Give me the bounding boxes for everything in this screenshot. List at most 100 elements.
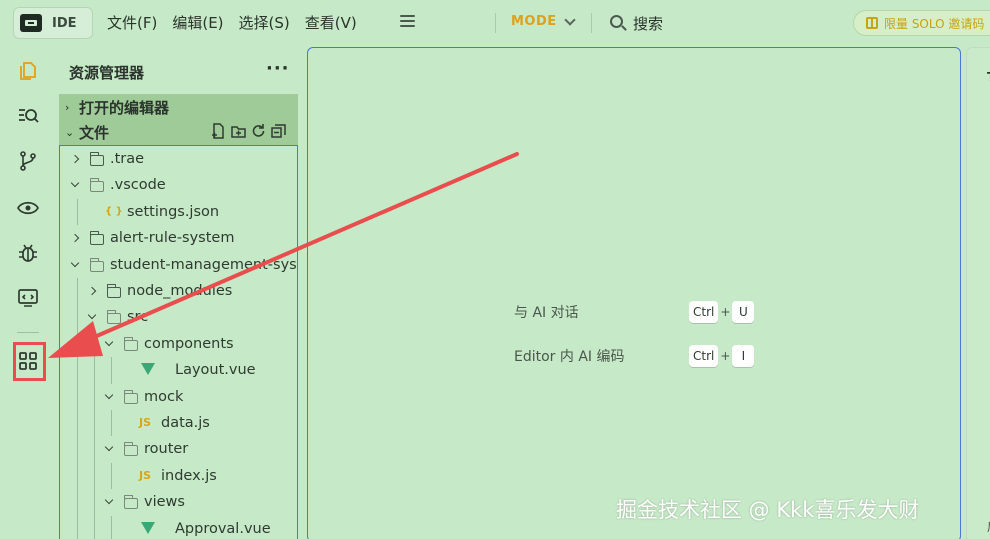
divider	[495, 13, 496, 33]
shortcut-label: 与 AI 对话	[514, 305, 579, 321]
folder-open-icon	[107, 310, 121, 325]
indent-guide	[111, 410, 112, 437]
shortcut-inline-ai: Editor 内 AI 编码 Ctrl + I	[514, 345, 755, 367]
folder-icon	[90, 231, 104, 246]
files-section[interactable]: ⌄ 文件	[59, 119, 298, 145]
chevron-right-icon[interactable]	[70, 232, 82, 244]
folder-icon	[107, 284, 121, 298]
new-file-icon[interactable]	[211, 123, 226, 139]
tree-folder-row[interactable]: .trae	[60, 146, 297, 172]
tree-file-row[interactable]: Layout.vue	[60, 357, 297, 383]
tree-item-label: components	[144, 335, 234, 352]
js-file-icon: JS	[139, 468, 152, 482]
trae-logo-icon	[20, 14, 42, 32]
tree-item-label: node_modules	[127, 283, 233, 299]
chevron-down-icon[interactable]	[70, 179, 82, 191]
indent-guide	[111, 515, 112, 539]
key-cap: Ctrl	[689, 345, 719, 367]
open-editors-section[interactable]: › 打开的编辑器	[59, 94, 298, 120]
tree-folder-row[interactable]: .vscode	[60, 172, 297, 198]
activity-bar	[0, 46, 56, 539]
tree-folder-row[interactable]: components	[60, 331, 297, 357]
ide-mode-button[interactable]: IDE	[13, 7, 93, 39]
key-cap: U	[732, 301, 755, 323]
key-cap: I	[732, 345, 755, 367]
chevron-right-icon[interactable]	[87, 285, 99, 297]
more-actions-icon[interactable]: ···	[266, 58, 290, 79]
chevron-down-icon[interactable]	[564, 14, 576, 26]
menu-edit[interactable]: 编辑(E)	[172, 12, 223, 33]
promo-text: 限量 SOLO 邀请码	[884, 16, 985, 31]
solo-invite-badge[interactable]: 限量 SOLO 邀请码	[853, 10, 990, 36]
editor-area[interactable]: 与 AI 对话 Ctrl + U Editor 内 AI 编码 Ctrl + I	[307, 47, 961, 539]
source-control-icon[interactable]	[14, 147, 42, 175]
tree-item-label: router	[144, 441, 189, 458]
folder-open-icon	[90, 178, 104, 193]
search-button[interactable]: 搜索	[633, 13, 663, 34]
folder-open-icon	[124, 336, 138, 351]
explorer-icon[interactable]	[14, 57, 42, 85]
tree-file-row[interactable]: JS index.js	[60, 463, 297, 489]
tree-item-label: src	[127, 309, 149, 326]
search-icon[interactable]	[610, 15, 623, 28]
tree-item-label: data.js	[161, 415, 210, 431]
remote-explorer-icon[interactable]	[14, 284, 42, 312]
indent-guide	[94, 330, 95, 539]
debug-bug-icon[interactable]	[14, 239, 42, 267]
tree-folder-row[interactable]: mock	[60, 384, 297, 410]
tree-item-label: Layout.vue	[175, 362, 256, 379]
chevron-right-icon: ›	[65, 100, 70, 114]
chevron-down-icon[interactable]	[87, 311, 99, 323]
mode-dropdown-label[interactable]: MODE	[511, 14, 557, 29]
collapse-all-icon[interactable]	[271, 123, 286, 139]
file-tree: .trae .vscode { } settings.json alert-rule-s…	[59, 145, 298, 539]
menu-selection[interactable]: 选择(S)	[239, 12, 290, 33]
plus-sign: +	[720, 349, 731, 363]
more-menu-icon[interactable]	[400, 15, 415, 28]
tree-folder-row[interactable]: router	[60, 436, 297, 462]
shortcut-label: Editor 内 AI 编码	[514, 349, 625, 365]
refresh-icon[interactable]	[251, 123, 266, 139]
tree-item-label: views	[144, 494, 185, 511]
chevron-down-icon[interactable]	[104, 338, 116, 350]
json-file-icon: { }	[105, 205, 123, 217]
chevron-down-icon[interactable]	[104, 496, 116, 508]
divider	[591, 13, 592, 33]
watermark-text: 掘金技术社区 @ Kkk喜乐发大财	[616, 498, 920, 522]
explorer-panel: 资源管理器 ··· › 打开的编辑器 ⌄ 文件 .trae .vscode { } s…	[56, 46, 300, 539]
folder-open-icon	[124, 495, 138, 510]
title-bar: IDE 文件(F) 编辑(E) 选择(S) 查看(V) MODE 搜索 限量 S…	[0, 0, 990, 46]
chevron-down-icon[interactable]	[104, 443, 116, 455]
menu-view[interactable]: 查看(V)	[305, 12, 357, 33]
tree-item-label: .vscode	[110, 177, 166, 194]
tree-file-row[interactable]: JS data.js	[60, 410, 297, 436]
indent-guide	[77, 198, 78, 226]
search-panel-icon[interactable]	[14, 102, 42, 130]
tree-folder-row[interactable]: node_modules	[60, 278, 297, 304]
folder-open-icon	[124, 442, 138, 457]
tree-item-label: Approval.vue	[175, 520, 271, 537]
chevron-right-icon[interactable]	[70, 153, 82, 165]
tree-folder-row[interactable]: views	[60, 489, 297, 515]
tree-file-row[interactable]: Approval.vue	[60, 516, 297, 539]
gift-icon	[866, 17, 878, 29]
plus-sign: +	[720, 305, 731, 319]
indent-guide	[111, 357, 112, 384]
open-editors-label: 打开的编辑器	[79, 98, 170, 117]
chevron-down-icon[interactable]	[104, 391, 116, 403]
tree-folder-row[interactable]: alert-rule-system	[60, 225, 297, 251]
preview-eye-icon[interactable]	[14, 194, 42, 222]
tree-file-row[interactable]: { } settings.json	[60, 199, 297, 225]
new-folder-icon[interactable]	[231, 123, 246, 139]
tree-folder-row[interactable]: student-management-sys...	[60, 252, 297, 278]
chevron-down-icon[interactable]	[70, 259, 82, 271]
menu-file[interactable]: 文件(F)	[107, 12, 157, 33]
folder-open-icon	[124, 389, 138, 404]
tree-folder-row[interactable]: src	[60, 304, 297, 330]
ai-side-panel[interactable]: T 后	[966, 47, 990, 539]
files-section-label: 文件	[79, 123, 110, 142]
menu-bar: 文件(F) 编辑(E) 选择(S) 查看(V)	[107, 12, 372, 33]
